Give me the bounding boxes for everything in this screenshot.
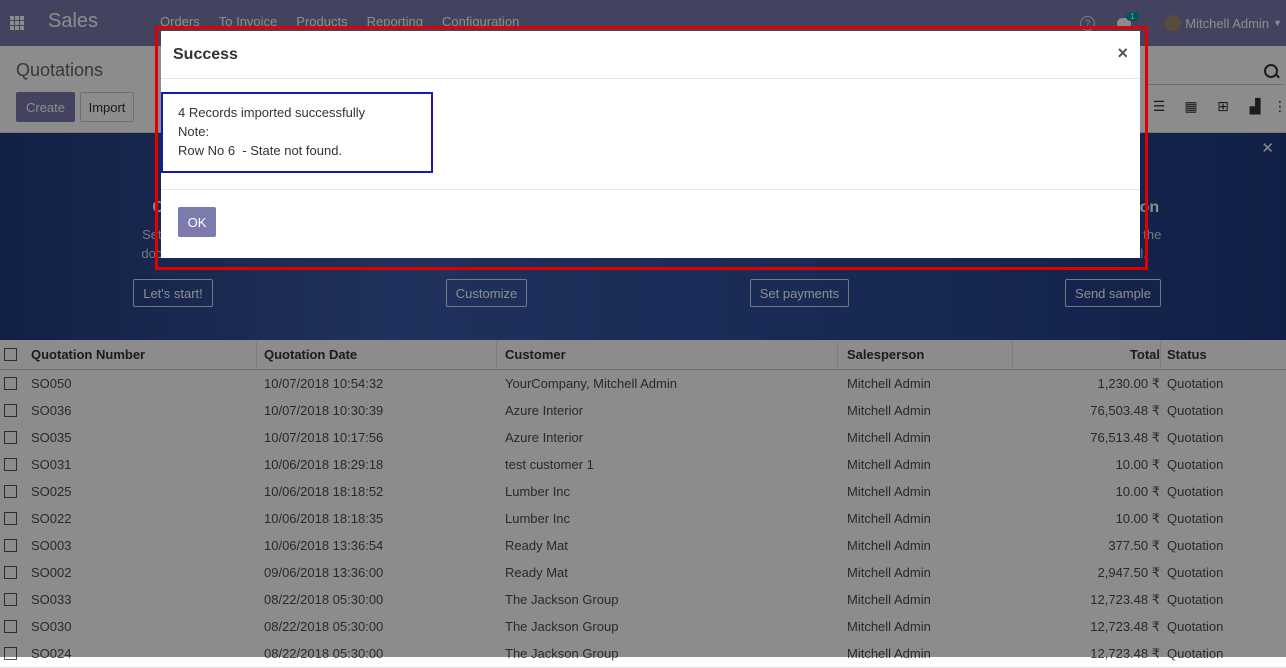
highlight-frame [155,26,1148,270]
